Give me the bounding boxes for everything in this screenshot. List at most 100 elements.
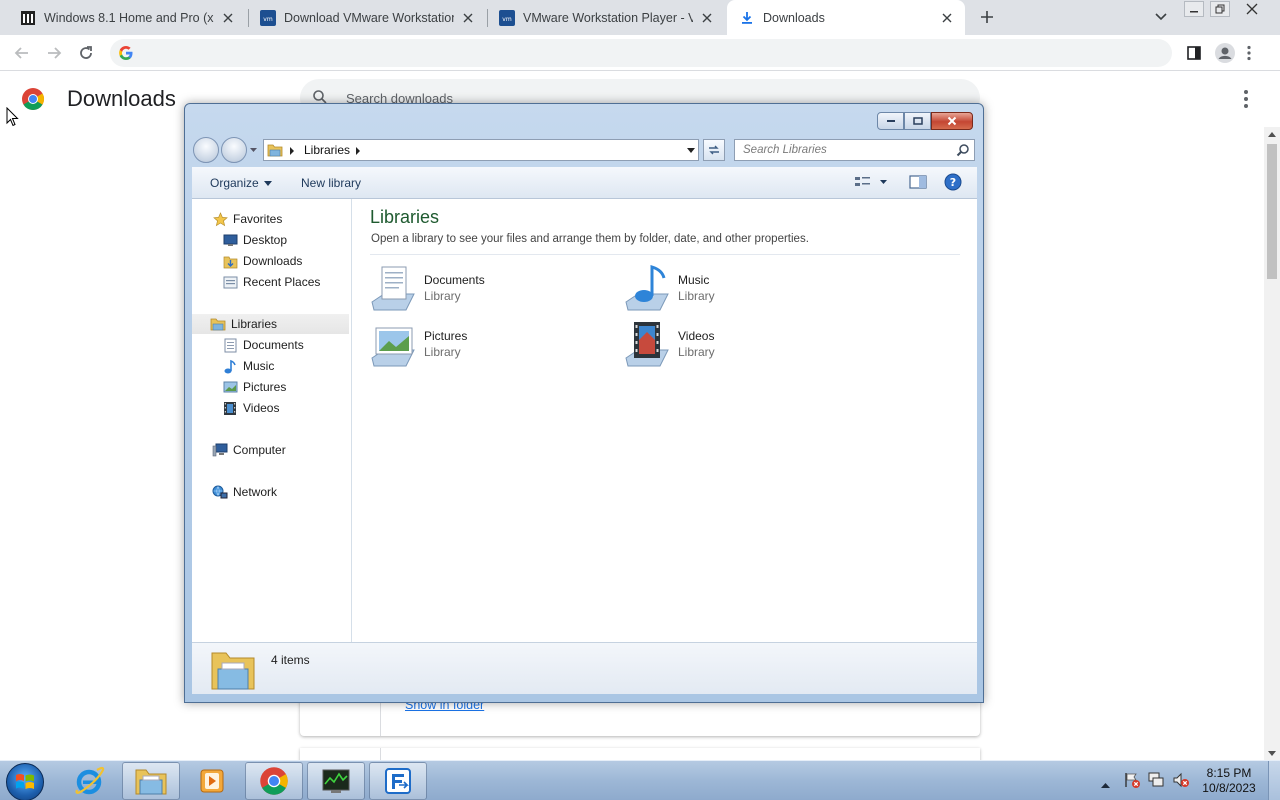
preview-pane-icon[interactable] bbox=[909, 174, 927, 193]
library-type: Library bbox=[678, 345, 715, 359]
change-view-icon[interactable] bbox=[854, 174, 888, 193]
back-arrow-icon[interactable] bbox=[10, 41, 34, 65]
start-button[interactable] bbox=[6, 763, 44, 800]
tab-windows-archive[interactable]: Windows 8.1 Home and Pro (x86 bbox=[8, 0, 246, 35]
library-documents[interactable]: Documents Library bbox=[370, 264, 610, 314]
library-music[interactable]: Music Library bbox=[624, 264, 864, 314]
close-icon[interactable] bbox=[931, 112, 973, 130]
libraries-folder-icon bbox=[210, 647, 256, 694]
tab-title: Downloads bbox=[763, 10, 825, 25]
library-type: Library bbox=[424, 289, 461, 303]
scroll-down-icon[interactable] bbox=[1268, 751, 1276, 756]
nav-favorites[interactable]: Favorites bbox=[212, 209, 282, 229]
minimize-icon[interactable] bbox=[877, 112, 904, 130]
close-window-icon[interactable] bbox=[1242, 1, 1262, 17]
content-description: Open a library to see your files and arr… bbox=[371, 233, 809, 245]
nav-pictures[interactable]: Pictures bbox=[222, 377, 286, 397]
explorer-search-input[interactable]: Search Libraries bbox=[734, 139, 975, 161]
vmware-icon: vm bbox=[260, 9, 276, 26]
profile-avatar-icon[interactable] bbox=[1213, 41, 1237, 65]
library-name: Pictures bbox=[424, 329, 468, 343]
forward-arrow-icon[interactable] bbox=[42, 41, 66, 65]
nav-label: Videos bbox=[243, 401, 280, 415]
media-player-icon[interactable] bbox=[183, 762, 241, 800]
library-name: Music bbox=[678, 273, 710, 287]
nav-videos[interactable]: Videos bbox=[222, 398, 279, 418]
refresh-icon[interactable] bbox=[703, 139, 725, 161]
clock-time: 8:15 PM bbox=[1206, 766, 1252, 780]
nav-label: Music bbox=[243, 359, 275, 373]
show-desktop-button[interactable] bbox=[1268, 761, 1280, 800]
content-pane: Libraries Open a library to see your fil… bbox=[352, 199, 977, 642]
tab-title: Windows 8.1 Home and Pro (x86 bbox=[44, 10, 214, 25]
reload-icon[interactable] bbox=[74, 41, 98, 65]
scroll-up-icon[interactable] bbox=[1268, 132, 1276, 137]
tab-downloads[interactable]: Downloads bbox=[727, 0, 965, 35]
show-hidden-icons-chevron-icon[interactable] bbox=[1101, 776, 1110, 791]
nav-label: Documents bbox=[243, 338, 304, 352]
restore-icon[interactable] bbox=[1210, 1, 1230, 17]
windows-explorer-icon[interactable] bbox=[122, 762, 180, 800]
system-clock[interactable]: 8:15 PM 10/8/2023 bbox=[1196, 766, 1262, 796]
chrome-taskbar-icon[interactable] bbox=[245, 762, 303, 800]
scroll-thumb[interactable] bbox=[1267, 144, 1277, 279]
minimize-icon[interactable] bbox=[1184, 1, 1204, 17]
nav-label: Recent Places bbox=[243, 275, 321, 289]
library-name: Videos bbox=[678, 329, 715, 343]
close-tab-icon[interactable] bbox=[939, 10, 955, 26]
browser-menu-icon[interactable] bbox=[1237, 41, 1261, 65]
new-library-button[interactable]: New library bbox=[301, 176, 361, 190]
close-tab-icon[interactable] bbox=[460, 10, 476, 26]
nav-music[interactable]: Music bbox=[222, 356, 274, 376]
breadcrumb-arrow-icon[interactable] bbox=[290, 147, 294, 155]
nav-desktop[interactable]: Desktop bbox=[222, 230, 287, 250]
page-title: Downloads bbox=[67, 86, 176, 111]
network-status-icon[interactable] bbox=[1147, 771, 1165, 792]
tab-download-vmware[interactable]: vm Download VMware Workstation P bbox=[248, 0, 486, 35]
downloads-menu-icon[interactable] bbox=[1236, 88, 1256, 110]
address-bar[interactable] bbox=[110, 39, 1172, 67]
close-tab-icon[interactable] bbox=[220, 10, 236, 26]
new-tab-plus-icon[interactable] bbox=[977, 7, 997, 27]
close-tab-icon[interactable] bbox=[699, 10, 715, 26]
nav-label: Computer bbox=[233, 443, 286, 457]
downloads-folder-icon bbox=[222, 253, 238, 269]
internet-explorer-icon[interactable] bbox=[60, 762, 118, 800]
nav-computer[interactable]: Computer bbox=[212, 440, 286, 460]
library-pictures[interactable]: Pictures Library bbox=[370, 320, 610, 370]
recent-places-icon bbox=[222, 274, 238, 290]
organize-button[interactable]: Organize bbox=[210, 176, 272, 190]
library-videos[interactable]: Videos Library bbox=[624, 320, 864, 370]
taskbar: 8:15 PM 10/8/2023 bbox=[0, 760, 1280, 800]
windows-logo-icon bbox=[16, 774, 34, 789]
breadcrumb-arrow-icon[interactable] bbox=[356, 147, 360, 155]
chevron-down-icon[interactable] bbox=[1152, 8, 1170, 26]
content-title: Libraries bbox=[370, 207, 440, 227]
nav-label: Libraries bbox=[231, 317, 278, 331]
forward-icon[interactable] bbox=[221, 137, 247, 163]
page-scrollbar[interactable] bbox=[1264, 127, 1280, 760]
svg-text:vm: vm bbox=[263, 16, 273, 23]
nav-network[interactable]: Network bbox=[212, 482, 277, 502]
item-count: 4 items bbox=[271, 653, 310, 667]
nav-libraries[interactable]: Libraries bbox=[192, 314, 349, 334]
side-panel-icon[interactable] bbox=[1182, 41, 1206, 65]
vmware-icon: vm bbox=[499, 9, 515, 26]
nav-documents[interactable]: Documents bbox=[222, 335, 304, 355]
task-manager-icon[interactable] bbox=[307, 762, 365, 800]
nav-recent-places[interactable]: Recent Places bbox=[222, 272, 320, 292]
remote-app-icon[interactable] bbox=[369, 762, 427, 800]
action-center-flag-icon[interactable] bbox=[1123, 771, 1141, 792]
volume-muted-icon[interactable] bbox=[1172, 771, 1190, 792]
help-icon[interactable]: ? bbox=[944, 173, 962, 194]
tab-title: Download VMware Workstation P bbox=[284, 10, 454, 25]
address-bar[interactable]: Libraries bbox=[263, 139, 699, 161]
recent-pages-chevron-icon[interactable] bbox=[250, 148, 257, 153]
maximize-icon[interactable] bbox=[904, 112, 931, 130]
nav-downloads[interactable]: Downloads bbox=[222, 251, 302, 271]
back-icon[interactable] bbox=[193, 137, 219, 163]
tab-vmware-player[interactable]: vm VMware Workstation Player - VM bbox=[487, 0, 725, 35]
address-dropdown-icon[interactable] bbox=[687, 148, 695, 153]
breadcrumb-libraries[interactable]: Libraries bbox=[304, 143, 350, 157]
library-name: Documents bbox=[424, 273, 485, 287]
